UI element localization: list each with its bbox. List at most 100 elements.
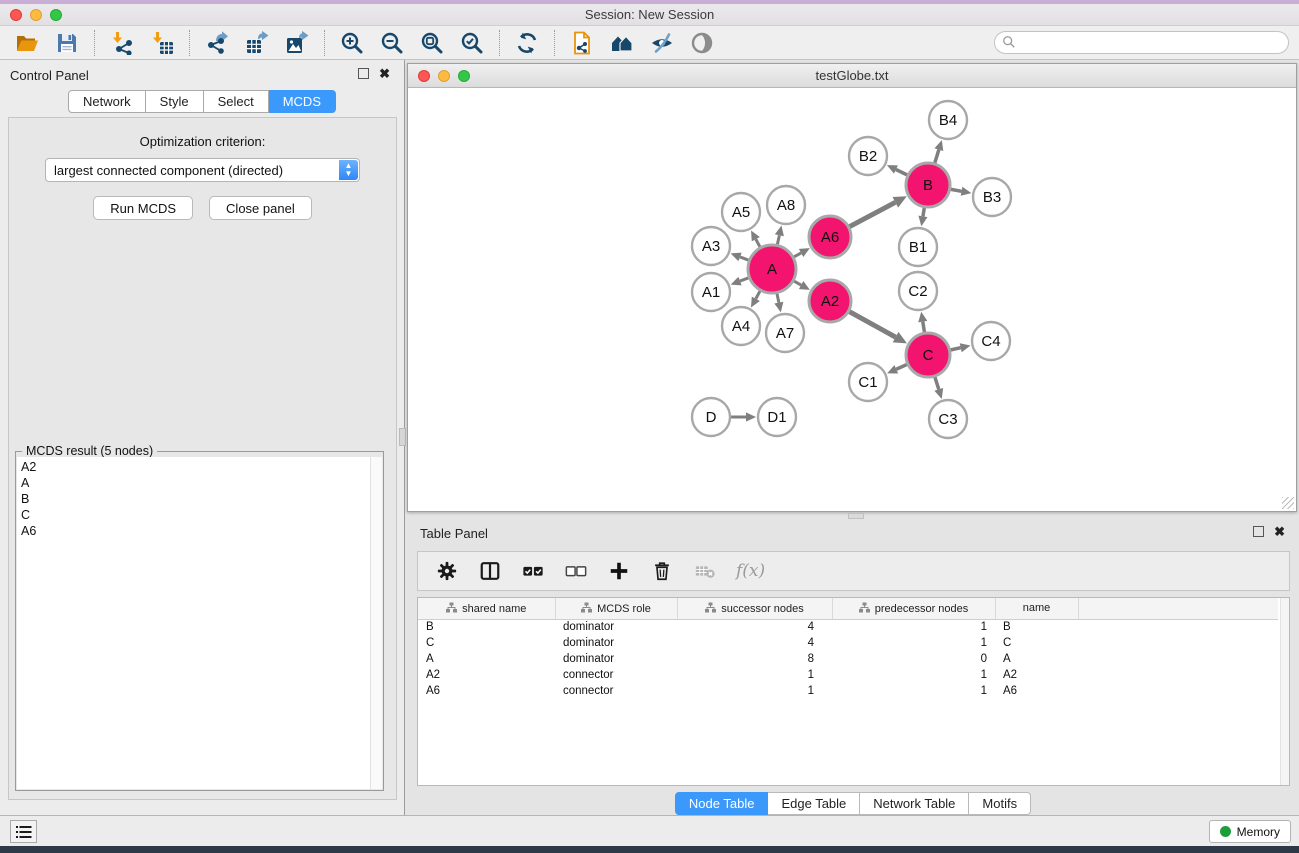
- zoom-out-icon[interactable]: [379, 30, 405, 56]
- table-cell[interactable]: A: [995, 651, 1078, 667]
- tab-edge-table[interactable]: Edge Table: [768, 792, 860, 815]
- table-cell[interactable]: B: [995, 619, 1078, 635]
- table-cell[interactable]: C: [995, 635, 1078, 651]
- tab-network[interactable]: Network: [68, 90, 146, 113]
- export-image-icon[interactable]: [284, 30, 310, 56]
- column-header-successor-nodes[interactable]: successor nodes: [677, 598, 832, 619]
- table-row[interactable]: A2connector11A2: [418, 667, 1278, 683]
- graph-edge-B-B3[interactable]: [951, 189, 962, 191]
- mcds-result-item[interactable]: A: [21, 475, 370, 491]
- select-all-columns-icon[interactable]: [521, 559, 545, 583]
- table-cell[interactable]: 1: [832, 619, 995, 635]
- graph-edge-A-A3[interactable]: [740, 257, 749, 260]
- delete-table-icon[interactable]: [693, 559, 717, 583]
- network-canvas[interactable]: B4B2BB3A8A5A6A3B1AA1C2A2A4A7C4CC1DD1C3: [408, 88, 1296, 511]
- table-row[interactable]: A6connector11A6: [418, 683, 1278, 699]
- graph-edge-B-B1[interactable]: [923, 208, 924, 217]
- save-session-icon[interactable]: [54, 30, 80, 56]
- mcds-result-item[interactable]: A6: [21, 523, 370, 539]
- zoom-selected-icon[interactable]: [459, 30, 485, 56]
- tab-node-table[interactable]: Node Table: [675, 792, 769, 815]
- graph-edge-C-C4[interactable]: [950, 348, 960, 350]
- import-network-icon[interactable]: [109, 30, 135, 56]
- node-table[interactable]: shared nameMCDS rolesuccessor nodesprede…: [417, 597, 1290, 786]
- column-header-predecessor-nodes[interactable]: predecessor nodes: [832, 598, 995, 619]
- table-cell[interactable]: A2: [995, 667, 1078, 683]
- graph-edge-A-A2[interactable]: [794, 281, 801, 285]
- graph-edge-C-C2[interactable]: [923, 322, 925, 333]
- table-cell[interactable]: connector: [555, 683, 677, 699]
- mcds-result-scrollbar[interactable]: [370, 457, 382, 789]
- graph-edge-A-A1[interactable]: [740, 278, 749, 281]
- table-cell[interactable]: A6: [995, 683, 1078, 699]
- close-panel-icon[interactable]: ✖: [379, 68, 390, 79]
- table-row[interactable]: Cdominator41C: [418, 635, 1278, 651]
- tab-style[interactable]: Style: [146, 90, 204, 113]
- panel-splitter-grip[interactable]: [399, 428, 406, 446]
- tab-motifs[interactable]: Motifs: [969, 792, 1031, 815]
- delete-column-icon[interactable]: [650, 559, 674, 583]
- graph-edge-A6-B[interactable]: [849, 202, 895, 226]
- table-cell[interactable]: C: [418, 635, 555, 651]
- task-history-button[interactable]: [10, 820, 37, 843]
- graph-edge-A-A6[interactable]: [794, 253, 801, 257]
- column-header-MCDS-role[interactable]: MCDS role: [555, 598, 677, 619]
- close-table-panel-icon[interactable]: ✖: [1274, 526, 1285, 537]
- network-from-file-icon[interactable]: [569, 30, 595, 56]
- mcds-result-item[interactable]: C: [21, 507, 370, 523]
- hide-selected-icon[interactable]: [649, 30, 675, 56]
- zoom-in-icon[interactable]: [339, 30, 365, 56]
- graph-edge-A-A5[interactable]: [756, 239, 760, 247]
- create-column-icon[interactable]: [607, 559, 631, 583]
- import-table-icon[interactable]: [149, 30, 175, 56]
- column-header-name[interactable]: name: [995, 598, 1078, 619]
- open-file-icon[interactable]: [14, 30, 40, 56]
- search-input[interactable]: [994, 31, 1289, 54]
- table-cell[interactable]: 1: [832, 683, 995, 699]
- table-cell[interactable]: 4: [677, 635, 832, 651]
- graph-edge-A-A4[interactable]: [756, 291, 760, 299]
- float-table-panel-icon[interactable]: [1253, 526, 1264, 537]
- home-icon[interactable]: [609, 30, 635, 56]
- table-cell[interactable]: B: [418, 619, 555, 635]
- close-panel-button[interactable]: Close panel: [209, 196, 312, 220]
- zoom-fit-icon[interactable]: [419, 30, 445, 56]
- table-cell[interactable]: A: [418, 651, 555, 667]
- graph-edge-B-B4[interactable]: [935, 150, 939, 163]
- unselect-all-columns-icon[interactable]: [564, 559, 588, 583]
- tab-network-table[interactable]: Network Table: [860, 792, 969, 815]
- graph-edge-A2-C[interactable]: [849, 312, 895, 338]
- table-cell[interactable]: 4: [677, 619, 832, 635]
- network-window-titlebar[interactable]: testGlobe.txt: [408, 64, 1296, 88]
- show-column-panel-icon[interactable]: [478, 559, 502, 583]
- show-all-icon[interactable]: [689, 30, 715, 56]
- table-cell[interactable]: A6: [418, 683, 555, 699]
- table-cell[interactable]: 1: [832, 635, 995, 651]
- run-mcds-button[interactable]: Run MCDS: [93, 196, 193, 220]
- table-scrollbar[interactable]: [1280, 598, 1289, 785]
- tab-mcds[interactable]: MCDS: [269, 90, 336, 113]
- optimization-criterion-select[interactable]: largest connected component (directed) ▲…: [45, 158, 360, 182]
- tab-select[interactable]: Select: [204, 90, 269, 113]
- table-cell[interactable]: dominator: [555, 619, 677, 635]
- export-network-icon[interactable]: [204, 30, 230, 56]
- table-row[interactable]: Adominator80A: [418, 651, 1278, 667]
- table-settings-gear-icon[interactable]: [435, 559, 459, 583]
- export-table-icon[interactable]: [244, 30, 270, 56]
- table-cell[interactable]: 1: [832, 667, 995, 683]
- graph-edge-C-C3[interactable]: [935, 377, 939, 389]
- refresh-icon[interactable]: [514, 30, 540, 56]
- table-cell[interactable]: dominator: [555, 651, 677, 667]
- table-cell[interactable]: connector: [555, 667, 677, 683]
- graph-edge-B-B2[interactable]: [896, 169, 907, 175]
- table-cell[interactable]: A2: [418, 667, 555, 683]
- table-cell[interactable]: 1: [677, 683, 832, 699]
- table-row[interactable]: Bdominator41B: [418, 619, 1278, 635]
- mcds-result-item[interactable]: B: [21, 491, 370, 507]
- table-cell[interactable]: dominator: [555, 635, 677, 651]
- window-resize-grip[interactable]: [1282, 497, 1294, 509]
- graph-edge-C-C1[interactable]: [896, 364, 907, 369]
- float-panel-icon[interactable]: [358, 68, 369, 79]
- mcds-result-item[interactable]: A2: [21, 459, 370, 475]
- function-builder-icon[interactable]: f(x): [736, 561, 765, 581]
